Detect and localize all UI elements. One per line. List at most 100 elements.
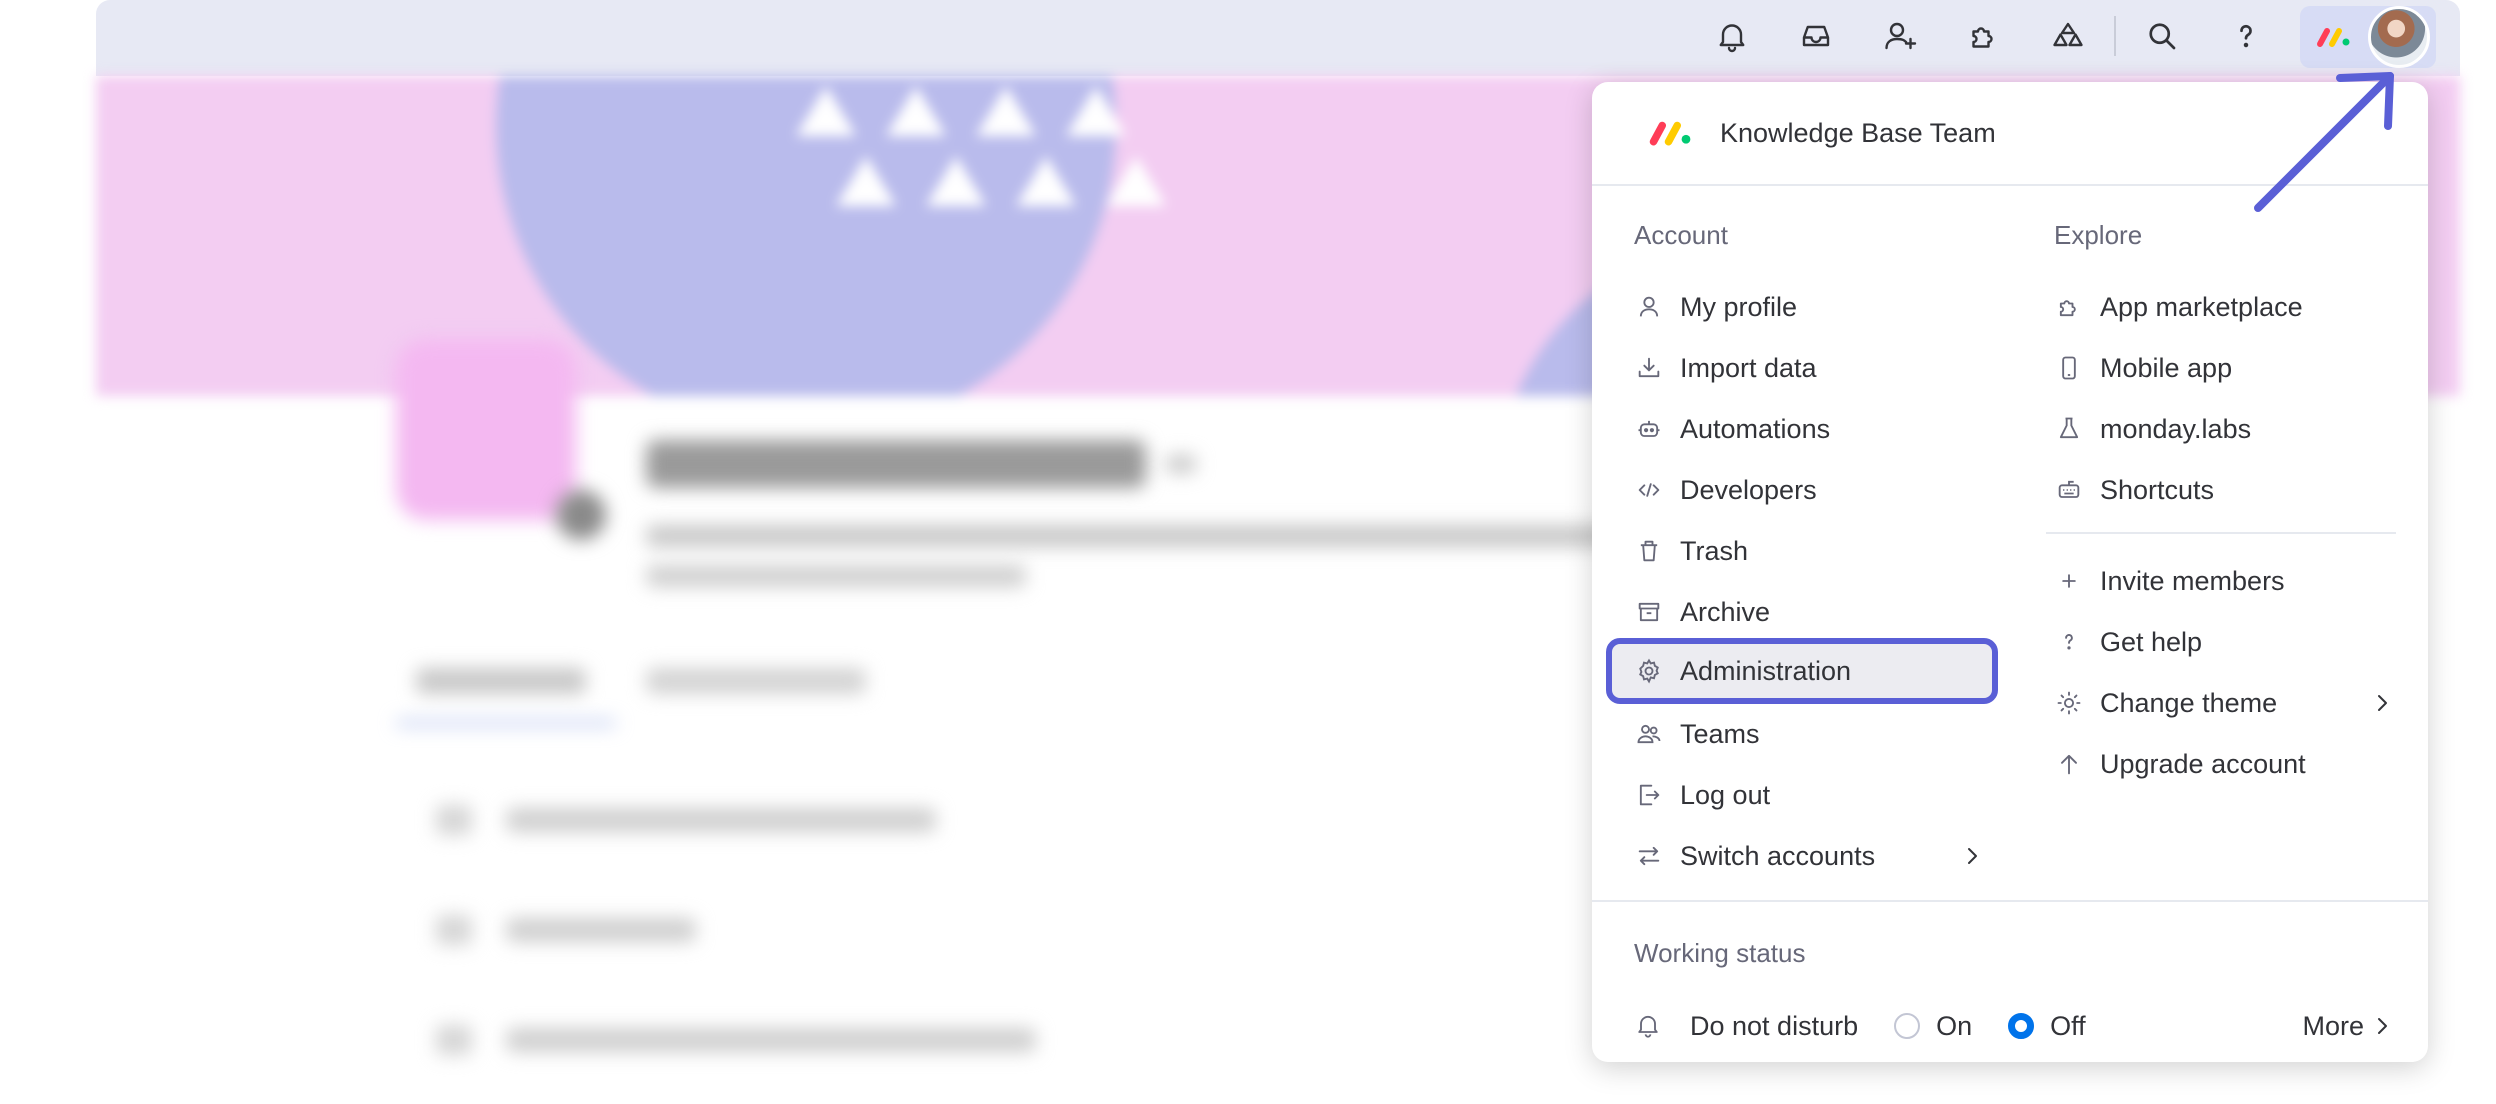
teams-icon: [1634, 719, 1664, 749]
working-status-row: Do not disturb On Off More: [1634, 1002, 2394, 1050]
menu-item-automations[interactable]: Automations: [1634, 400, 1984, 458]
list-item-icon: [436, 1025, 472, 1055]
chevron-right-icon: [2378, 1018, 2387, 1034]
menu-item-switch-accounts[interactable]: Switch accounts: [1634, 827, 1984, 885]
menu-item-label: Get help: [2100, 626, 2203, 657]
plus-icon: [2054, 566, 2084, 596]
workspace-avatar-badge: [556, 490, 606, 540]
menu-item-label: App marketplace: [2100, 291, 2303, 322]
menu-item-log-out[interactable]: Log out: [1634, 766, 1984, 824]
topbar-divider: [2114, 16, 2116, 56]
chevron-right-icon: [2378, 695, 2387, 711]
dnd-off-option[interactable]: Off: [2008, 1011, 2086, 1042]
menu-item-developers[interactable]: Developers: [1634, 461, 1984, 519]
list-item-blurred: [506, 918, 696, 942]
account-section-title: Account: [1634, 220, 1728, 250]
chevron-right-icon: [1968, 848, 1977, 864]
trash-icon: [1634, 536, 1664, 566]
workspace-title-caret: [1166, 455, 1196, 473]
working-status-title: Working status: [1634, 938, 1806, 968]
person-icon: [1634, 292, 1664, 322]
menu-item-label: Log out: [1680, 779, 1771, 810]
more-button[interactable]: More: [2302, 1011, 2394, 1042]
explore-section-title: Explore: [2054, 220, 2143, 250]
radio-off[interactable]: [2008, 1013, 2035, 1039]
bell-icon: [1634, 1011, 1664, 1041]
menu-item-label: Teams: [1680, 718, 1760, 749]
menu-item-label: Automations: [1680, 413, 1831, 444]
menu-item-archive[interactable]: Archive: [1634, 583, 1984, 641]
more-label: More: [2302, 1010, 2364, 1041]
menu-item-label: Invite members: [2100, 565, 2285, 596]
workspace-tab-blurred: [646, 668, 866, 694]
menu-item-label: Administration: [1680, 655, 1852, 686]
menu-item-app-marketplace[interactable]: App marketplace: [2054, 278, 2394, 336]
download-icon: [1634, 353, 1664, 383]
user-avatar[interactable]: [2368, 6, 2430, 68]
monday-logo-icon: [2317, 28, 2350, 47]
code-icon: [1634, 475, 1664, 505]
inbox-icon[interactable]: [1774, 0, 1858, 72]
workspace-tab-underline: [396, 720, 616, 726]
robot-icon: [1634, 414, 1664, 444]
menu-item-trash[interactable]: Trash: [1634, 522, 1984, 580]
list-item-icon: [436, 805, 472, 835]
dnd-on-label: On: [1936, 1010, 1973, 1041]
menu-item-label: My profile: [1680, 291, 1798, 322]
list-item-blurred: [506, 808, 936, 832]
radio-on[interactable]: [1894, 1013, 1921, 1039]
workspace-description-blurred: [646, 525, 1696, 547]
phone-icon: [2054, 353, 2084, 383]
menu-item-my-profile[interactable]: My profile: [1634, 278, 1984, 336]
menu-item-label: Change theme: [2100, 687, 2278, 718]
menu-item-invite-members[interactable]: Invite members: [2054, 552, 2394, 610]
menu-item-label: Import data: [1680, 352, 1817, 383]
apps-icon[interactable]: [1942, 0, 2026, 72]
keyboard-icon: [2054, 475, 2084, 505]
puzzle-icon: [2054, 292, 2084, 322]
logout-icon: [1634, 780, 1664, 810]
menu-item-administration[interactable]: Administration: [1634, 642, 1984, 700]
menu-item-label: Trash: [1680, 535, 1749, 566]
list-item-icon: [436, 915, 472, 945]
menu-item-upgrade-account[interactable]: Upgrade account: [2054, 735, 2394, 793]
annotation-arrow-icon: [2254, 72, 2394, 212]
gear-icon: [1634, 656, 1664, 686]
flask-icon: [2054, 414, 2084, 444]
menu-item-change-theme[interactable]: Change theme: [2054, 674, 2394, 732]
bell-icon[interactable]: [1690, 0, 1774, 72]
workspace-description-blurred: [646, 565, 1026, 587]
sun-icon: [2054, 688, 2084, 718]
workspace-avatar: [396, 340, 576, 520]
menu-item-import-data[interactable]: Import data: [1634, 339, 1984, 397]
switch-icon: [1634, 841, 1664, 871]
list-item-blurred: [506, 1028, 1036, 1052]
do-not-disturb-label: Do not disturb: [1690, 1010, 1859, 1041]
menu-item-label: Archive: [1680, 596, 1771, 627]
search-icon[interactable]: [2120, 0, 2204, 72]
menu-item-label: monday.labs: [2100, 413, 2252, 444]
topbar-actions: [1690, 0, 2288, 72]
monday-logo-icon: [1649, 121, 1691, 146]
workspace-tab-blurred: [416, 668, 586, 694]
arrow-up-icon: [2054, 749, 2084, 779]
menu-item-label: Developers: [1680, 474, 1817, 505]
menu-item-label: Switch accounts: [1680, 840, 1876, 871]
menu-item-teams[interactable]: Teams: [1634, 705, 1984, 763]
question-icon: [2054, 627, 2084, 657]
invite-member-icon[interactable]: [1858, 0, 1942, 72]
dnd-on-option[interactable]: On: [1894, 1011, 1972, 1042]
archive-icon: [1634, 597, 1664, 627]
working-status-divider: [1592, 900, 2428, 902]
integrations-icon[interactable]: [2026, 0, 2110, 72]
explore-divider: [2046, 532, 2396, 534]
menu-item-mobile-app[interactable]: Mobile app: [2054, 339, 2394, 397]
dnd-off-label: Off: [2050, 1010, 2086, 1041]
team-name: Knowledge Base Team: [1720, 117, 1996, 148]
menu-item-label: Shortcuts: [2100, 474, 2215, 505]
menu-item-label: Upgrade account: [2100, 748, 2306, 779]
workspace-title-blurred: [646, 440, 1146, 488]
menu-item-shortcuts[interactable]: Shortcuts: [2054, 461, 2394, 519]
menu-item-monday-labs[interactable]: monday.labs: [2054, 400, 2394, 458]
menu-item-get-help[interactable]: Get help: [2054, 613, 2394, 671]
